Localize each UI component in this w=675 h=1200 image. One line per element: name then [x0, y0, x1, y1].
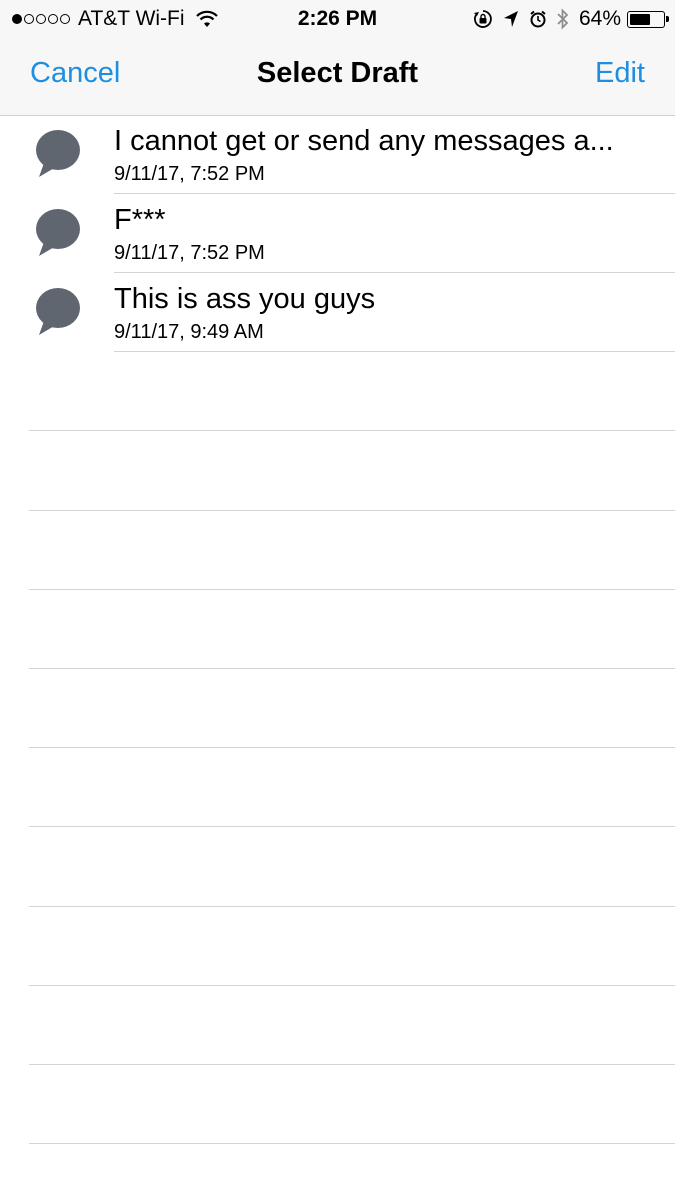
empty-row-separator	[29, 668, 675, 669]
top-bar: AT&T Wi-Fi 2:26 PM 64% Cancel Select Dra…	[0, 0, 675, 116]
draft-row[interactable]: This is ass you guys 9/11/17, 9:49 AM	[0, 273, 675, 352]
bluetooth-icon	[557, 8, 569, 30]
draft-date: 9/11/17, 7:52 PM	[114, 163, 265, 185]
battery-percentage: 64%	[578, 7, 621, 30]
battery-fill	[630, 13, 650, 25]
empty-row-separator	[29, 826, 675, 827]
battery-icon	[627, 10, 669, 28]
empty-row-separator	[29, 1143, 675, 1144]
speech-bubble-icon	[36, 209, 80, 256]
status-right: 64%	[473, 7, 669, 31]
empty-row-separator	[29, 510, 675, 511]
empty-row-separator	[29, 589, 675, 590]
draft-title: This is ass you guys	[114, 283, 376, 315]
alarm-icon	[530, 10, 546, 28]
draft-date: 9/11/17, 9:49 AM	[114, 321, 264, 343]
draft-title: I cannot get or send any messages a...	[114, 125, 614, 157]
row-separator	[114, 351, 675, 352]
draft-date: 9/11/17, 7:52 PM	[114, 242, 265, 264]
empty-row-separator	[29, 1064, 675, 1065]
speech-bubble-icon	[36, 288, 80, 335]
row-separator	[114, 193, 675, 194]
row-separator	[114, 272, 675, 273]
empty-row-separator	[29, 430, 675, 431]
empty-row-separator	[29, 747, 675, 748]
page-title: Select Draft	[256, 57, 419, 89]
status-bar: AT&T Wi-Fi 2:26 PM 64%	[0, 0, 675, 40]
edit-button[interactable]: Edit	[595, 57, 645, 90]
empty-row-separator	[29, 985, 675, 986]
speech-bubble-icon	[36, 130, 80, 177]
orientation-lock-icon	[473, 10, 492, 28]
draft-title: F***	[114, 204, 166, 236]
location-arrow-icon	[503, 11, 518, 27]
draft-row[interactable]: F*** 9/11/17, 7:52 PM	[0, 194, 675, 273]
empty-row-separator	[29, 906, 675, 907]
draft-row[interactable]: I cannot get or send any messages a... 9…	[0, 115, 675, 194]
